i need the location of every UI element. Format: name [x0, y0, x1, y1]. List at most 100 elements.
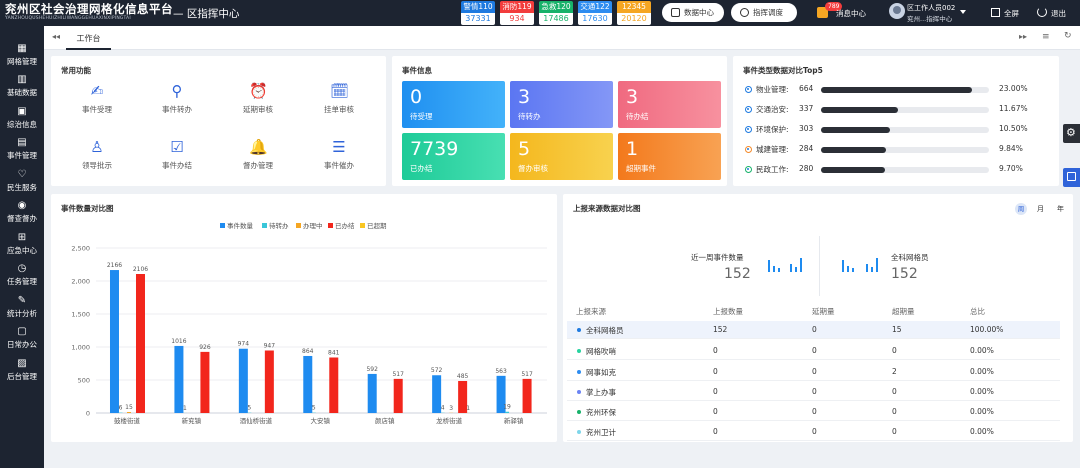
stat-110[interactable]: 警情110 37331	[461, 1, 495, 25]
tile-pending-transfer[interactable]: 3 待转办	[510, 81, 613, 128]
column-header: 总比	[970, 307, 985, 316]
stat-119[interactable]: 消防119 934	[500, 1, 534, 25]
top5-name: 交通治安:	[756, 105, 789, 114]
period-week-tab[interactable]: 周	[1015, 203, 1027, 215]
y-tick-label: 2,500	[71, 245, 90, 253]
fullscreen-button[interactable]: 全屏	[989, 0, 1023, 26]
bars-icon	[842, 254, 882, 272]
tile-pending-accept[interactable]: 0 待受理	[402, 81, 505, 128]
calendar-float-button[interactable]	[1063, 168, 1080, 187]
event-info-card: 事件信息 0 待受理 3 待转办 3 待办结 7739 已办结 5 督办审核 1…	[392, 56, 727, 186]
app-title: 兖州区社会治理网格化信息平台	[5, 2, 173, 16]
tile-pending-close[interactable]: 3 待办结	[618, 81, 721, 128]
func-urge-event[interactable]: ☰ 事件催办	[309, 138, 369, 171]
center-name: — 区指挥中心	[173, 8, 240, 20]
table-row[interactable]: 全科网格员 152 0 15 100.00%	[567, 321, 1060, 339]
legend-item[interactable]: 已办结	[328, 220, 355, 230]
top5-row: 交通治安: 337 11.67%	[743, 103, 1053, 117]
tab-workbench[interactable]: 工作台	[66, 30, 111, 50]
user-avatar[interactable]	[889, 3, 905, 19]
legend-swatch	[360, 223, 365, 228]
legend-item[interactable]: 事件数量	[220, 220, 253, 230]
x-tick-label: 新驿镇	[504, 416, 524, 425]
stat-122[interactable]: 交通122 17630	[578, 1, 612, 25]
logout-button[interactable]: 退出	[1035, 0, 1075, 26]
settings-float-button[interactable]: ⚙	[1063, 124, 1080, 143]
sidebar-item-label: 督查督办	[7, 214, 37, 223]
reported-count: 0	[713, 346, 718, 355]
table-row[interactable]: 掌上办事 0 0 0 0.00%	[567, 383, 1060, 401]
delayed-count: 0	[812, 407, 817, 416]
func-hold-review[interactable]: 🗓 挂单审核	[309, 82, 369, 115]
period-month-tab[interactable]: 月	[1037, 203, 1044, 215]
reported-count: 0	[713, 407, 718, 416]
top5-value: 280	[799, 164, 814, 173]
x-tick-label: 鼓楼街道	[114, 416, 141, 425]
message-center[interactable]: 789 消息中心	[812, 0, 872, 26]
delayed-count: 0	[812, 367, 817, 376]
legend-item[interactable]: 已超期	[360, 220, 387, 230]
dispatch-button[interactable]: 指挥调度	[731, 3, 797, 22]
stat-label: 交通122	[578, 1, 612, 13]
data-center-button[interactable]: 数据中心	[662, 3, 724, 22]
x-tick-label: 颜店镇	[375, 416, 395, 425]
tile-value: 3	[518, 86, 531, 108]
x-tick-label: 龙桥街道	[436, 416, 463, 425]
func-supervision[interactable]: 🔔 督办管理	[228, 138, 288, 171]
legend-label: 办理中	[303, 222, 323, 230]
legend-item[interactable]: 待转办	[262, 220, 289, 230]
func-close-event[interactable]: ☑ 事件办结	[147, 138, 207, 171]
table-row[interactable]: 网格吹哨 0 0 0 0.00%	[567, 342, 1060, 360]
top5-bar-track	[821, 127, 989, 133]
monitor-icon: ▣	[17, 106, 27, 117]
data-label: 2106	[133, 266, 148, 273]
chart-title: 事件数量对比图	[61, 204, 114, 213]
func-leader-instruction[interactable]: ♙ 领导批示	[67, 138, 127, 171]
func-transfer-event[interactable]: ⚲ 事件转办	[147, 82, 207, 115]
table-row[interactable]: 兖州环保 0 0 0 0.00%	[567, 403, 1060, 421]
tile-closed[interactable]: 7739 已办结	[402, 133, 505, 180]
top5-pct: 23.00%	[999, 84, 1028, 93]
user-card-icon: ▢	[17, 326, 27, 337]
tile-supervision-review[interactable]: 5 督办审核	[510, 133, 613, 180]
stat-12345[interactable]: 12345 20120	[617, 1, 651, 25]
func-accept-event[interactable]: ✍ 事件受理	[67, 82, 127, 115]
data-label: 563	[495, 368, 507, 375]
edit-icon: ✎	[17, 295, 27, 306]
bar	[522, 378, 532, 413]
brand: 兖州区社会治理网格化信息平台 YANZHOUQUSHEHUIZHILIWANGG…	[5, 2, 173, 22]
func-delay-review[interactable]: ⏰ 延期审核	[228, 82, 288, 115]
data-label: 2166	[107, 262, 122, 269]
stat-label: 警情110	[461, 1, 495, 13]
data-label: 1	[466, 405, 470, 412]
data-center-label: 数据中心	[684, 8, 714, 17]
event-bar-chart: 05001,0001,5002,0002,50021666 152106鼓楼街道1…	[71, 245, 547, 425]
x-tick-label: 酒仙桥街道	[240, 416, 273, 425]
tab-scroll-left-icon[interactable]: ◂◂	[52, 32, 60, 41]
data-label: 1016	[171, 338, 186, 345]
table-row[interactable]: 网事如克 0 0 2 0.00%	[567, 363, 1060, 381]
tab-scroll-right-icon[interactable]: ▸▸	[1019, 32, 1027, 41]
ratio: 0.00%	[970, 387, 994, 396]
data-label: 947	[264, 342, 276, 349]
bars-icon	[768, 254, 808, 272]
tile-overdue[interactable]: 1 超期事件	[618, 133, 721, 180]
sidebar-item-admin[interactable]: ▨ 后台管理	[0, 351, 44, 388]
data-label: 3	[449, 405, 453, 412]
user-org: 兖州...指挥中心	[907, 15, 953, 23]
refresh-icon[interactable]: ↻	[1064, 31, 1072, 41]
top5-bar-fill	[821, 107, 898, 113]
menu-icon[interactable]: ≡	[1042, 32, 1050, 42]
period-year-tab[interactable]: 年	[1057, 203, 1064, 215]
target-icon	[745, 146, 752, 153]
data-label: 4	[441, 405, 445, 412]
data-label: 572	[431, 367, 443, 374]
stat-120[interactable]: 急救120 17486	[539, 1, 573, 25]
legend-label: 待转办	[269, 222, 289, 230]
bar	[264, 350, 274, 413]
command-icon	[740, 8, 749, 17]
message-label: 消息中心	[836, 9, 866, 18]
user-menu[interactable]: 区工作人员002 兖州...指挥中心	[907, 2, 969, 24]
legend-item[interactable]: 办理中	[296, 220, 323, 230]
table-row[interactable]: 兖州卫计 0 0 0 0.00%	[567, 423, 1060, 441]
